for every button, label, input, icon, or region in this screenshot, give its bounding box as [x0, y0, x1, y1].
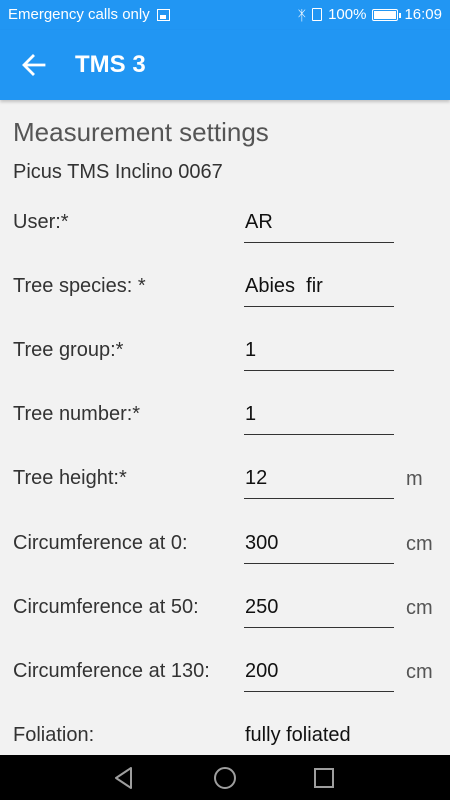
field-label: Tree group:* — [13, 339, 124, 361]
circumference-0-input[interactable]: 300 — [244, 524, 394, 564]
status-bar-left: Emergency calls only — [8, 6, 170, 23]
status-bar-right: ᛡ 100% 16:09 — [298, 6, 442, 23]
field-unit: cm — [406, 597, 433, 619]
tree-group-input[interactable]: 1 — [244, 331, 394, 371]
circumference-130-input[interactable]: 200 — [244, 652, 394, 692]
battery-percent: 100% — [328, 6, 367, 23]
arrow-left-icon — [22, 54, 46, 76]
field-label: Tree height:* — [13, 467, 127, 489]
field-row-circumference-130: Circumference at 130: 200 cm — [0, 652, 450, 692]
triangle-back-icon — [115, 767, 132, 789]
field-row-tree-group: Tree group:* 1 — [0, 331, 450, 371]
square-recents-icon — [314, 768, 334, 788]
nav-recents-button[interactable] — [311, 765, 337, 791]
field-row-circumference-50: Circumference at 50: 250 cm — [0, 588, 450, 628]
field-row-tree-number: Tree number:* 1 — [0, 395, 450, 435]
field-label: Circumference at 50: — [13, 596, 199, 618]
device-name: Picus TMS Inclino 0067 — [13, 161, 223, 183]
field-label: Circumference at 130: — [13, 660, 210, 682]
section-title: Measurement settings — [13, 117, 269, 147]
bluetooth-icon: ᛡ — [297, 6, 307, 23]
battery-icon — [372, 8, 402, 21]
app-title: TMS 3 — [75, 51, 146, 78]
navigation-bar — [0, 755, 450, 800]
nav-back-button[interactable] — [111, 765, 137, 791]
clock: 16:09 — [404, 6, 442, 23]
settings-content[interactable]: Measurement settings Picus TMS Inclino 0… — [0, 100, 450, 755]
field-label: Tree species: * — [13, 275, 146, 297]
field-unit: cm — [406, 533, 433, 555]
foliation-select[interactable]: fully foliated — [244, 716, 394, 755]
status-bar: Emergency calls only ᛡ 100% 16:09 — [0, 0, 450, 30]
field-row-user: User:* AR — [0, 203, 450, 243]
field-row-tree-height: Tree height:* 12 m — [0, 459, 450, 499]
field-unit: cm — [406, 661, 433, 683]
field-label: Foliation: — [13, 724, 95, 746]
app-bar: TMS 3 — [0, 30, 450, 100]
circumference-50-input[interactable]: 250 — [244, 588, 394, 628]
user-input[interactable]: AR — [244, 203, 394, 243]
field-label: Circumference at 0: — [13, 532, 188, 554]
field-row-circumference-0: Circumference at 0: 300 cm — [0, 524, 450, 564]
tree-height-input[interactable]: 12 — [244, 459, 394, 499]
sim-card-icon — [312, 8, 323, 21]
image-notification-icon — [156, 8, 170, 21]
field-unit: m — [406, 468, 423, 490]
back-button[interactable] — [20, 52, 48, 78]
field-row-foliation: Foliation: fully foliated — [0, 716, 450, 755]
field-label: User:* — [13, 211, 69, 233]
tree-species-input[interactable]: Abies fir — [244, 267, 394, 307]
circle-home-icon — [214, 767, 236, 789]
nav-home-button[interactable] — [212, 765, 238, 791]
tree-number-input[interactable]: 1 — [244, 395, 394, 435]
carrier-text: Emergency calls only — [8, 6, 150, 23]
field-label: Tree number:* — [13, 403, 141, 425]
field-row-tree-species: Tree species: * Abies fir — [0, 267, 450, 307]
